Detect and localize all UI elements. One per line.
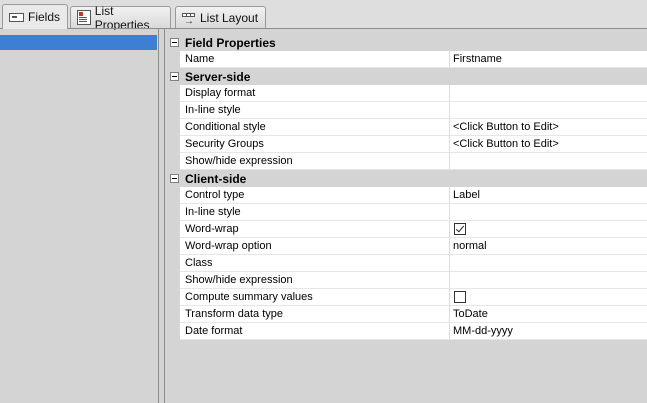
tab-label: List Layout [200, 10, 259, 25]
property-value[interactable]: normal [450, 238, 647, 255]
property-value[interactable]: Label [450, 187, 647, 204]
collapse-icon[interactable] [170, 38, 179, 47]
tab-fields[interactable]: Fields [2, 4, 68, 29]
property-row-name[interactable]: Name Firstname [166, 51, 647, 68]
property-name: Transform data type [180, 306, 450, 323]
property-value[interactable]: MM-dd-yyyy [450, 323, 647, 340]
collapse-icon[interactable] [170, 174, 179, 183]
property-value[interactable] [450, 204, 647, 221]
tab-strip: Fields List Properties → List Layout [0, 0, 647, 32]
property-row-compute-summary-values[interactable]: Compute summary values [166, 289, 647, 306]
category-title: Client-side [185, 171, 247, 186]
property-name: In-line style [180, 204, 450, 221]
category-title: Field Properties [185, 35, 276, 50]
property-value[interactable]: <Click Button to Edit> [450, 136, 647, 153]
property-name: In-line style [180, 102, 450, 119]
tab-label: Fields [28, 10, 61, 24]
property-name: Show/hide expression [180, 153, 450, 170]
property-row-inline-style[interactable]: In-line style [166, 102, 647, 119]
property-name: Class [180, 255, 450, 272]
property-row-inline-style[interactable]: In-line style [166, 204, 647, 221]
pane-splitter[interactable] [158, 29, 165, 403]
compute-summary-checkbox[interactable] [454, 291, 466, 303]
category-server-side[interactable]: Server-side [166, 68, 647, 85]
property-name: Name [180, 51, 450, 68]
list-properties-icon [77, 10, 91, 25]
collapse-icon[interactable] [170, 72, 179, 81]
property-value[interactable]: <Click Button to Edit> [450, 119, 647, 136]
property-value[interactable] [450, 102, 647, 119]
property-row-date-format[interactable]: Date format MM-dd-yyyy [166, 323, 647, 340]
property-grid: Field Properties Name Firstname Server-s… [166, 34, 647, 403]
property-value[interactable] [450, 85, 647, 102]
property-name: Date format [180, 323, 450, 340]
property-name: Compute summary values [180, 289, 450, 306]
tab-label: List Properties [94, 3, 150, 32]
property-row-transform-data-type[interactable]: Transform data type ToDate [166, 306, 647, 323]
property-name: Show/hide expression [180, 272, 450, 289]
tab-list-layout[interactable]: → List Layout [175, 6, 266, 28]
property-value[interactable] [450, 255, 647, 272]
property-name: Word-wrap option [180, 238, 450, 255]
word-wrap-checkbox[interactable] [454, 223, 466, 235]
property-value[interactable] [450, 153, 647, 170]
property-row-control-type[interactable]: Control type Label [166, 187, 647, 204]
category-client-side[interactable]: Client-side [166, 170, 647, 187]
property-value [450, 221, 647, 238]
fields-list-pane[interactable] [0, 30, 158, 403]
tab-list-properties[interactable]: List Properties [70, 4, 171, 32]
property-name: Security Groups [180, 136, 450, 153]
property-name: Display format [180, 85, 450, 102]
property-value[interactable]: ToDate [450, 306, 647, 323]
property-row-show-hide-expression[interactable]: Show/hide expression [166, 153, 647, 170]
property-row-security-groups[interactable]: Security Groups <Click Button to Edit> [166, 136, 647, 153]
property-row-show-hide-expression[interactable]: Show/hide expression [166, 272, 647, 289]
property-row-display-format[interactable]: Display format [166, 85, 647, 102]
property-value [450, 289, 647, 306]
property-name: Conditional style [180, 119, 450, 136]
category-title: Server-side [185, 69, 251, 84]
property-row-word-wrap[interactable]: Word-wrap [166, 221, 647, 238]
category-field-properties[interactable]: Field Properties [166, 34, 647, 51]
list-layout-icon: → [182, 12, 196, 26]
property-row-class[interactable]: Class [166, 255, 647, 272]
property-name: Word-wrap [180, 221, 450, 238]
fields-icon [9, 13, 24, 22]
property-row-conditional-style[interactable]: Conditional style <Click Button to Edit> [166, 119, 647, 136]
property-row-word-wrap-option[interactable]: Word-wrap option normal [166, 238, 647, 255]
property-name: Control type [180, 187, 450, 204]
selected-field-row[interactable] [0, 35, 157, 50]
property-value[interactable] [450, 272, 647, 289]
property-value[interactable]: Firstname [450, 51, 647, 68]
